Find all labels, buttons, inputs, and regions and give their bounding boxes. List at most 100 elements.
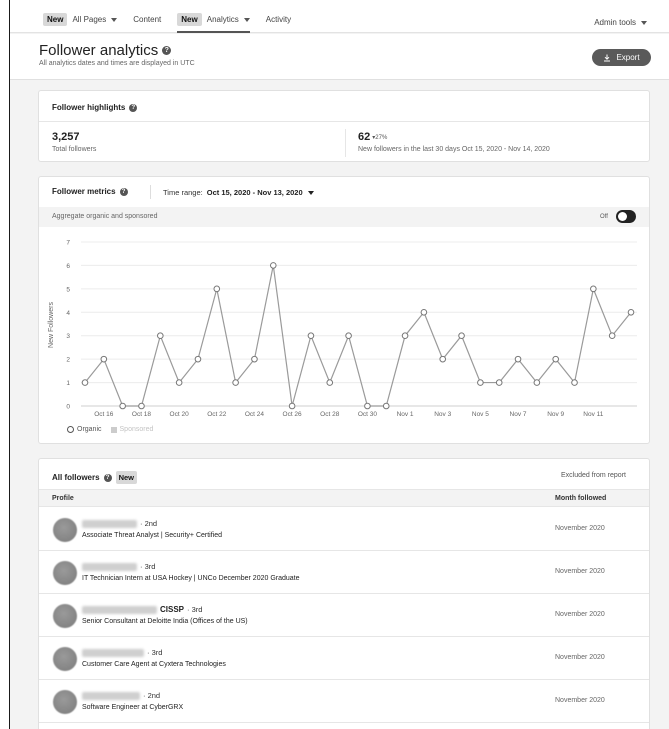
x-tick-label: Oct 26 — [283, 411, 303, 418]
aggregate-bar: Aggregate organic and sponsored Off — [39, 207, 649, 227]
data-point — [533, 379, 541, 386]
app-frame: New All Pages Content New Analytics Acti… — [10, 0, 669, 729]
nav-content[interactable]: Content — [133, 12, 161, 27]
all-followers-card: All followers ? New Excluded from report… — [38, 458, 650, 729]
member-headline: Associate Threat Analyst | Security+ Cer… — [82, 532, 223, 539]
data-point — [458, 332, 465, 340]
y-tick-label: 0 — [66, 404, 70, 411]
redacted-name[interactable] — [82, 692, 140, 700]
x-tick-label: Nov 3 — [434, 411, 451, 418]
table-row[interactable]: · 2nd Software Engineer at CyberGRX Novemb… — [39, 680, 649, 723]
redacted-name[interactable] — [82, 649, 144, 657]
name-line: · 2nd — [140, 519, 157, 528]
divider — [150, 185, 151, 199]
data-point — [401, 332, 409, 340]
nav-all-pages[interactable]: New All Pages — [43, 12, 118, 27]
aggregate-label: Aggregate organic and sponsored — [52, 213, 158, 220]
x-tick-label: Oct 20 — [170, 411, 190, 418]
avatar[interactable] — [53, 647, 77, 671]
aggregate-toggle[interactable] — [616, 210, 636, 223]
month-followed: November 2020 — [555, 611, 605, 618]
table-row[interactable]: · 3rd IT Technician Intern at USA Hockey … — [39, 551, 649, 594]
followers-title: All followers — [52, 473, 100, 482]
data-point — [477, 379, 484, 386]
chevron-down-icon — [243, 17, 250, 22]
x-tick-label: Oct 18 — [132, 411, 152, 418]
connection-degree: · 3rd — [140, 562, 156, 571]
divider — [345, 129, 346, 157]
table-row[interactable]: · 3rd Customer Care Agent at Cyxtera Tech… — [39, 637, 649, 680]
avatar[interactable] — [53, 690, 77, 714]
month-followed: November 2020 — [555, 654, 605, 661]
x-tick-label: Nov 7 — [510, 411, 527, 418]
legend-sponsored[interactable]: Sponsored — [120, 426, 154, 433]
new-badge: New — [43, 13, 68, 26]
page-header: Follower analytics ? All analytics dates… — [10, 34, 669, 80]
divider — [39, 121, 649, 122]
avatar[interactable] — [53, 604, 77, 628]
nav-all-pages-label: All Pages — [72, 15, 107, 24]
redacted-name[interactable] — [82, 520, 137, 528]
toggle-state-label: Off — [600, 214, 608, 220]
x-tick-label: Oct 30 — [358, 411, 378, 418]
nav-tabs: New All Pages Content New Analytics Acti… — [43, 12, 307, 33]
data-point — [571, 379, 578, 386]
connection-degree: · 3rd — [147, 648, 163, 657]
metrics-heading: Follower metrics ? — [52, 187, 128, 196]
x-tick-label: Oct 22 — [207, 411, 227, 418]
legend-organic[interactable]: Organic — [77, 426, 102, 433]
x-tick-label: Nov 5 — [472, 411, 489, 418]
name-line: · 2nd — [143, 691, 160, 700]
table-header: Profile Month followed — [39, 489, 649, 507]
y-tick-label: 7 — [66, 240, 70, 247]
name-line: · 3rd — [147, 648, 162, 657]
data-point — [326, 379, 334, 386]
month-followed: November 2020 — [555, 568, 605, 575]
top-nav: New All Pages Content New Analytics Acti… — [10, 0, 669, 33]
chevron-down-icon — [307, 190, 314, 195]
export-button[interactable]: Export — [592, 49, 651, 66]
new-followers-value: 62 — [358, 131, 371, 143]
redacted-name[interactable] — [82, 563, 137, 571]
new-badge: New — [177, 13, 202, 26]
nav-activity[interactable]: Activity — [266, 12, 291, 27]
y-tick-label: 5 — [66, 286, 70, 293]
member-headline: Senior Consultant at Deloitte India (Off… — [82, 618, 248, 625]
data-point — [514, 355, 522, 363]
help-icon[interactable]: ? — [103, 473, 112, 482]
y-tick-label: 6 — [66, 263, 70, 270]
highlights-title: Follower highlights — [52, 103, 126, 112]
x-tick-label: Nov 9 — [547, 411, 564, 418]
data-point — [288, 402, 296, 410]
data-point — [213, 285, 221, 293]
help-icon[interactable]: ? — [119, 187, 128, 196]
nav-content-label: Content — [133, 15, 162, 24]
name-line: · 3rd — [140, 562, 155, 571]
help-icon[interactable]: ? — [162, 46, 172, 55]
table-row[interactable]: CISSP · 3rd Senior Consultant at Deloitte … — [39, 594, 649, 637]
follower-line-chart: New Followers 0 1 2 3 4 5 6 7 Oct 16 Oct 18 Oct 20… — [48, 240, 637, 418]
avatar[interactable] — [53, 561, 77, 585]
x-tick-label: Oct 16 — [94, 411, 114, 418]
data-point — [420, 308, 428, 316]
name-credential: CISSP — [160, 605, 185, 614]
page-subtitle: All analytics dates and times are displa… — [39, 60, 195, 67]
data-point — [439, 355, 447, 363]
organic-legend-icon — [67, 426, 74, 433]
page-title-text: Follower analytics — [39, 42, 159, 59]
data-point — [627, 308, 635, 316]
member-headline: IT Technician Intern at USA Hockey | UNC… — [82, 575, 300, 582]
name-line: CISSP · 3rd — [160, 605, 202, 614]
redacted-name[interactable] — [82, 606, 157, 614]
table-row[interactable]: · 2nd Associate Threat Analyst | Security… — [39, 508, 649, 551]
new-badge: New — [115, 471, 137, 484]
help-icon[interactable]: ? — [129, 103, 138, 112]
avatar[interactable] — [53, 518, 77, 542]
nav-analytics[interactable]: New Analytics — [177, 12, 251, 33]
x-tick-label: Nov 11 — [583, 411, 603, 418]
excluded-from-report-link[interactable]: Excluded from report — [561, 472, 626, 479]
admin-tools-menu[interactable]: Admin tools — [594, 18, 647, 27]
data-point — [119, 402, 126, 410]
data-point — [608, 332, 616, 340]
time-range-selector[interactable]: Time range: Oct 15, 2020 - Nov 13, 2020 — [163, 188, 314, 197]
